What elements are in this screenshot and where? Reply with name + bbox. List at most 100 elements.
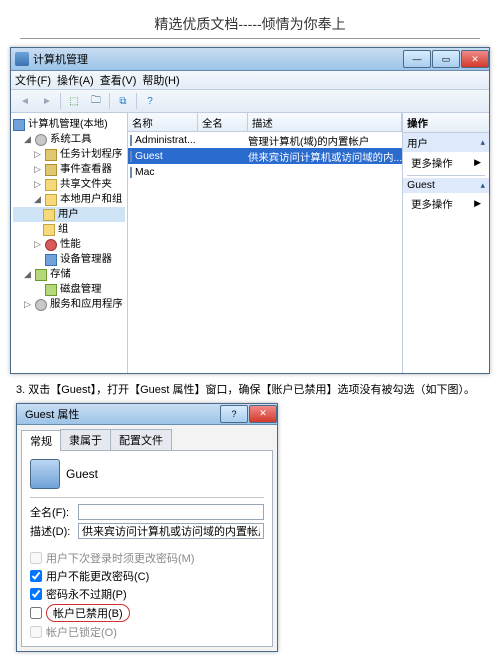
dialog-title: Guest 属性: [21, 406, 219, 422]
user-list-pane: 名称 全名 描述 Administrat... 管理计算机(域)的内置帐户 Gu…: [128, 113, 402, 373]
tree-users-node[interactable]: 用户: [13, 207, 125, 222]
services-icon: [35, 299, 47, 311]
chk-account-locked: 帐户已锁定(O): [30, 624, 264, 640]
tree-disk-mgmt[interactable]: 磁盘管理: [13, 282, 125, 297]
forward-button[interactable]: ►: [37, 92, 57, 110]
folder-icon: [45, 179, 57, 191]
back-button[interactable]: ◄: [15, 92, 35, 110]
user-icon: [130, 151, 132, 162]
checkbox[interactable]: [30, 570, 42, 582]
checkbox[interactable]: [30, 607, 42, 619]
fullname-field[interactable]: [78, 504, 264, 520]
props-button[interactable]: 🗀: [86, 92, 106, 110]
expand-icon[interactable]: ▷: [23, 297, 32, 312]
expand-icon[interactable]: ▷: [33, 237, 42, 252]
minimize-button[interactable]: —: [403, 50, 431, 68]
chevron-right-icon: ▶: [474, 157, 481, 168]
tree-root[interactable]: 计算机管理(本地): [13, 117, 125, 132]
tree-task-scheduler[interactable]: ▷任务计划程序: [13, 147, 125, 162]
collapse-icon[interactable]: ◢: [23, 267, 32, 282]
help-button[interactable]: ?: [140, 92, 160, 110]
tab-profile[interactable]: 配置文件: [110, 429, 172, 450]
folder-icon: [43, 224, 55, 236]
user-icon: [130, 135, 132, 146]
separator: [60, 93, 61, 109]
tree-device-mgr[interactable]: 设备管理器: [13, 252, 125, 267]
collapse-icon: ▴: [480, 180, 485, 191]
col-desc[interactable]: 描述: [248, 113, 402, 131]
desc-field[interactable]: [78, 523, 264, 539]
tree-shared-folders[interactable]: ▷共享文件夹: [13, 177, 125, 192]
tab-pane-general: Guest 全名(F): 描述(D): 用户下次登录时须更改密码(M) 用户不能…: [21, 450, 273, 647]
tree-systools[interactable]: ◢系统工具: [13, 132, 125, 147]
collapse-icon[interactable]: ◢: [23, 132, 32, 147]
tools-icon: [35, 134, 47, 146]
separator: [109, 93, 110, 109]
list-item[interactable]: Mac: [128, 164, 402, 180]
refresh-button[interactable]: ⧉: [113, 92, 133, 110]
clock-icon: [45, 149, 57, 161]
storage-icon: [35, 269, 47, 281]
desc-label: 描述(D):: [30, 523, 78, 539]
actions-group-users[interactable]: 用户▴: [403, 133, 489, 152]
menubar: 文件(F) 操作(A) 查看(V) 帮助(H): [11, 71, 489, 90]
user-large-icon: [30, 459, 60, 489]
actions-group-guest[interactable]: Guest▴: [403, 178, 489, 193]
user-icon: [130, 167, 132, 178]
perf-icon: [45, 239, 57, 251]
nav-tree: 计算机管理(本地) ◢系统工具 ▷任务计划程序 ▷事件查看器 ▷共享文件夹 ◢本…: [11, 113, 128, 373]
menu-help[interactable]: 帮助(H): [142, 72, 179, 88]
separator: [136, 93, 137, 109]
tab-memberof[interactable]: 隶属于: [60, 429, 111, 450]
page-header: 精选优质文档-----倾情为你奉上: [20, 10, 480, 39]
users-icon: [45, 194, 57, 206]
col-name[interactable]: 名称: [128, 113, 198, 131]
collapse-icon[interactable]: ◢: [33, 192, 42, 207]
dialog-tabs: 常规 隶属于 配置文件: [17, 425, 277, 450]
list-item[interactable]: Administrat... 管理计算机(域)的内置帐户: [128, 132, 402, 148]
tab-general[interactable]: 常规: [21, 430, 61, 451]
separator: [30, 497, 264, 498]
action-more-1[interactable]: 更多操作▶: [403, 152, 489, 173]
tree-performance[interactable]: ▷性能: [13, 237, 125, 252]
titlebar[interactable]: 计算机管理 — ▭ ✕: [11, 48, 489, 71]
chevron-right-icon: ▶: [474, 198, 481, 209]
toolbar: ◄ ► ⬚ 🗀 ⧉ ?: [11, 90, 489, 113]
checkbox[interactable]: [30, 588, 42, 600]
maximize-button[interactable]: ▭: [432, 50, 460, 68]
actions-header: 操作: [403, 113, 489, 133]
instruction-text: 3. 双击【Guest】，打开【Guest 属性】窗口，确保【账户已禁用】选项没…: [16, 382, 484, 399]
actions-pane: 操作 用户▴ 更多操作▶ Guest▴ 更多操作▶: [402, 113, 489, 373]
action-more-2[interactable]: 更多操作▶: [403, 193, 489, 214]
tree-storage[interactable]: ◢存储: [13, 267, 125, 282]
disk-icon: [45, 284, 57, 296]
expand-icon[interactable]: ▷: [33, 162, 42, 177]
app-icon: [15, 52, 29, 66]
separator: [407, 175, 485, 176]
tree-groups-node[interactable]: 组: [13, 222, 125, 237]
tree-event-viewer[interactable]: ▷事件查看器: [13, 162, 125, 177]
col-fullname[interactable]: 全名: [198, 113, 248, 131]
chk-account-disabled[interactable]: 帐户已禁用(B): [30, 604, 264, 622]
chk-pwd-never-expires[interactable]: 密码永不过期(P): [30, 586, 264, 602]
tree-services[interactable]: ▷服务和应用程序: [13, 297, 125, 312]
dialog-close-button[interactable]: ✕: [249, 405, 277, 423]
list-item-guest[interactable]: Guest 供来宾访问计算机或访问域的内...: [128, 148, 402, 164]
computer-management-window: 计算机管理 — ▭ ✕ 文件(F) 操作(A) 查看(V) 帮助(H) ◄ ► …: [10, 47, 490, 374]
event-icon: [45, 164, 57, 176]
chk-must-change-pwd: 用户下次登录时须更改密码(M): [30, 550, 264, 566]
tree-local-users[interactable]: ◢本地用户和组: [13, 192, 125, 207]
menu-action[interactable]: 操作(A): [57, 72, 94, 88]
close-button[interactable]: ✕: [461, 50, 489, 68]
menu-file[interactable]: 文件(F): [15, 72, 51, 88]
chk-cannot-change-pwd[interactable]: 用户不能更改密码(C): [30, 568, 264, 584]
expand-icon[interactable]: ▷: [33, 147, 42, 162]
expand-icon[interactable]: ▷: [33, 177, 42, 192]
checkbox: [30, 626, 42, 638]
menu-view[interactable]: 查看(V): [100, 72, 137, 88]
dialog-help-button[interactable]: ?: [220, 405, 248, 423]
up-button[interactable]: ⬚: [64, 92, 84, 110]
column-headers: 名称 全名 描述: [128, 113, 402, 132]
dialog-username: Guest: [66, 467, 98, 481]
dialog-titlebar[interactable]: Guest 属性 ? ✕: [17, 404, 277, 425]
